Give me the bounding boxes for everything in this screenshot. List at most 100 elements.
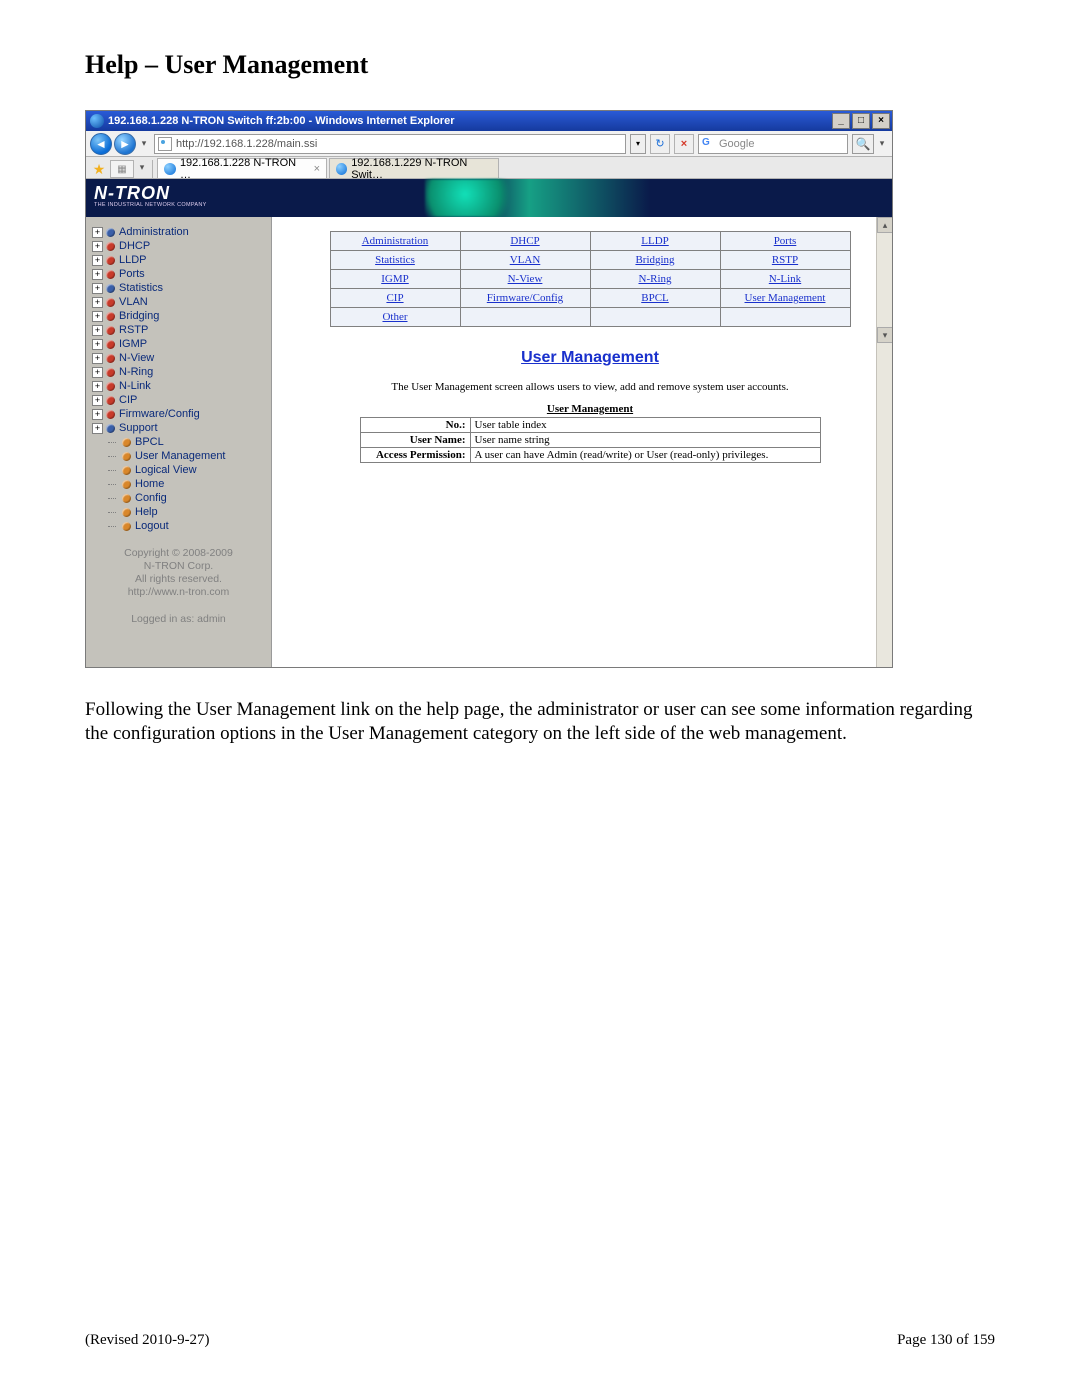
search-dropdown[interactable]: ▾ xyxy=(876,133,888,155)
help-link-vlan[interactable]: VLAN xyxy=(510,254,541,266)
search-button[interactable]: 🔍 xyxy=(852,134,874,154)
expand-icon[interactable]: + xyxy=(92,409,103,420)
sidebar-item-igmp[interactable]: + IGMP xyxy=(92,337,265,351)
expand-icon[interactable]: + xyxy=(92,395,103,406)
expand-icon[interactable]: + xyxy=(92,297,103,308)
scroll-down-arrow[interactable]: ▾ xyxy=(877,327,893,343)
sidebar-item-logical-view[interactable]: Logical View xyxy=(92,463,265,477)
sidebar-link[interactable]: BPCL xyxy=(135,436,164,448)
forward-button[interactable]: ► xyxy=(114,133,136,155)
sidebar-link[interactable]: Support xyxy=(119,422,158,434)
browser-tab-1[interactable]: 192.168.1.228 N-TRON … × xyxy=(157,158,327,178)
sidebar-link[interactable]: Logout xyxy=(135,520,169,532)
stop-button[interactable]: × xyxy=(674,134,694,154)
help-link-n-link[interactable]: N-Link xyxy=(769,273,801,285)
sidebar-link[interactable]: Statistics xyxy=(119,282,163,294)
help-link-cip[interactable]: CIP xyxy=(386,292,403,304)
sidebar-link[interactable]: N-Link xyxy=(119,380,151,392)
scroll-up-arrow[interactable]: ▴ xyxy=(877,217,893,233)
sidebar-link[interactable]: RSTP xyxy=(119,324,148,336)
sidebar-item-firmware-config[interactable]: + Firmware/Config xyxy=(92,407,265,421)
sidebar-link[interactable]: Help xyxy=(135,506,158,518)
sidebar-item-support[interactable]: + Support xyxy=(92,421,265,435)
sidebar-item-help[interactable]: Help xyxy=(92,505,265,519)
sidebar-item-config[interactable]: Config xyxy=(92,491,265,505)
help-link-ports[interactable]: Ports xyxy=(774,235,797,247)
help-link-igmp[interactable]: IGMP xyxy=(381,273,409,285)
sidebar-link[interactable]: User Management xyxy=(135,450,226,462)
close-button[interactable]: × xyxy=(872,113,890,129)
refresh-button[interactable]: ↻ xyxy=(650,134,670,154)
sidebar-link[interactable]: DHCP xyxy=(119,240,150,252)
expand-icon[interactable]: + xyxy=(92,353,103,364)
expand-icon[interactable]: + xyxy=(92,311,103,322)
sidebar-link[interactable]: Logical View xyxy=(135,464,197,476)
maximize-button[interactable]: □ xyxy=(852,113,870,129)
help-link-lldp[interactable]: LLDP xyxy=(641,235,669,247)
sidebar-link[interactable]: Firmware/Config xyxy=(119,408,200,420)
sidebar-item-administration[interactable]: + Administration xyxy=(92,225,265,239)
def-value: User table index xyxy=(470,418,820,433)
sidebar-item-lldp[interactable]: + LLDP xyxy=(92,253,265,267)
sidebar-link[interactable]: CIP xyxy=(119,394,137,406)
sidebar-item-bridging[interactable]: + Bridging xyxy=(92,309,265,323)
sidebar-item-ports[interactable]: + Ports xyxy=(92,267,265,281)
sidebar-link[interactable]: Config xyxy=(135,492,167,504)
expand-icon[interactable]: + xyxy=(92,423,103,434)
sidebar-item-n-ring[interactable]: + N-Ring xyxy=(92,365,265,379)
sidebar-item-dhcp[interactable]: + DHCP xyxy=(92,239,265,253)
quick-tabs-button[interactable]: ▦ xyxy=(110,160,134,178)
expand-icon[interactable]: + xyxy=(92,269,103,280)
sidebar-link[interactable]: IGMP xyxy=(119,338,147,350)
sidebar-link[interactable]: Ports xyxy=(119,268,145,280)
sidebar-link[interactable]: LLDP xyxy=(119,254,147,266)
help-link-n-ring[interactable]: N-Ring xyxy=(639,273,672,285)
expand-icon[interactable]: + xyxy=(92,339,103,350)
help-link-administration[interactable]: Administration xyxy=(362,235,429,247)
help-link-bpcl[interactable]: BPCL xyxy=(641,292,669,304)
sidebar-link[interactable]: VLAN xyxy=(119,296,148,308)
help-link-other[interactable]: Other xyxy=(382,311,407,323)
help-link-n-view[interactable]: N-View xyxy=(508,273,543,285)
tabs-dropdown[interactable]: ▾ xyxy=(136,156,148,178)
sidebar-link[interactable]: Bridging xyxy=(119,310,159,322)
sidebar-item-n-view[interactable]: + N-View xyxy=(92,351,265,365)
sidebar-item-statistics[interactable]: + Statistics xyxy=(92,281,265,295)
tab-close-icon[interactable]: × xyxy=(314,163,320,175)
help-link-bridging[interactable]: Bridging xyxy=(635,254,674,266)
address-bar[interactable]: http://192.168.1.228/main.ssi xyxy=(154,134,626,154)
back-button[interactable]: ◄ xyxy=(90,133,112,155)
sidebar-item-vlan[interactable]: + VLAN xyxy=(92,295,265,309)
sidebar-link[interactable]: Home xyxy=(135,478,164,490)
sidebar-link[interactable]: N-Ring xyxy=(119,366,153,378)
address-dropdown[interactable]: ▾ xyxy=(630,134,646,154)
url-text: http://192.168.1.228/main.ssi xyxy=(176,138,622,150)
expand-icon[interactable]: + xyxy=(92,241,103,252)
expand-icon[interactable]: + xyxy=(92,325,103,336)
help-link-user-management[interactable]: User Management xyxy=(745,292,826,304)
sidebar-item-user-management[interactable]: User Management xyxy=(92,449,265,463)
sidebar-item-home[interactable]: Home xyxy=(92,477,265,491)
search-box[interactable]: G Google xyxy=(698,134,848,154)
sidebar-item-cip[interactable]: + CIP xyxy=(92,393,265,407)
favorites-icon[interactable]: ★ xyxy=(90,160,108,178)
expand-icon[interactable]: + xyxy=(92,367,103,378)
expand-icon[interactable]: + xyxy=(92,381,103,392)
help-link-dhcp[interactable]: DHCP xyxy=(510,235,539,247)
scrollbar-vertical[interactable]: ▴ ▾ xyxy=(876,217,892,667)
expand-icon[interactable]: + xyxy=(92,255,103,266)
help-link-firmware-config[interactable]: Firmware/Config xyxy=(487,292,563,304)
expand-icon[interactable]: + xyxy=(92,227,103,238)
minimize-button[interactable]: _ xyxy=(832,113,850,129)
sidebar-link[interactable]: N-View xyxy=(119,352,154,364)
browser-tab-2[interactable]: 192.168.1.229 N-TRON Swit… xyxy=(329,158,499,178)
help-link-rstp[interactable]: RSTP xyxy=(772,254,798,266)
sidebar-item-rstp[interactable]: + RSTP xyxy=(92,323,265,337)
sidebar-link[interactable]: Administration xyxy=(119,226,189,238)
sidebar-item-bpcl[interactable]: BPCL xyxy=(92,435,265,449)
sidebar-item-logout[interactable]: Logout xyxy=(92,519,265,533)
help-link-statistics[interactable]: Statistics xyxy=(375,254,415,266)
expand-icon[interactable]: + xyxy=(92,283,103,294)
sidebar-item-n-link[interactable]: + N-Link xyxy=(92,379,265,393)
nav-history-dropdown[interactable]: ▾ xyxy=(138,133,150,155)
